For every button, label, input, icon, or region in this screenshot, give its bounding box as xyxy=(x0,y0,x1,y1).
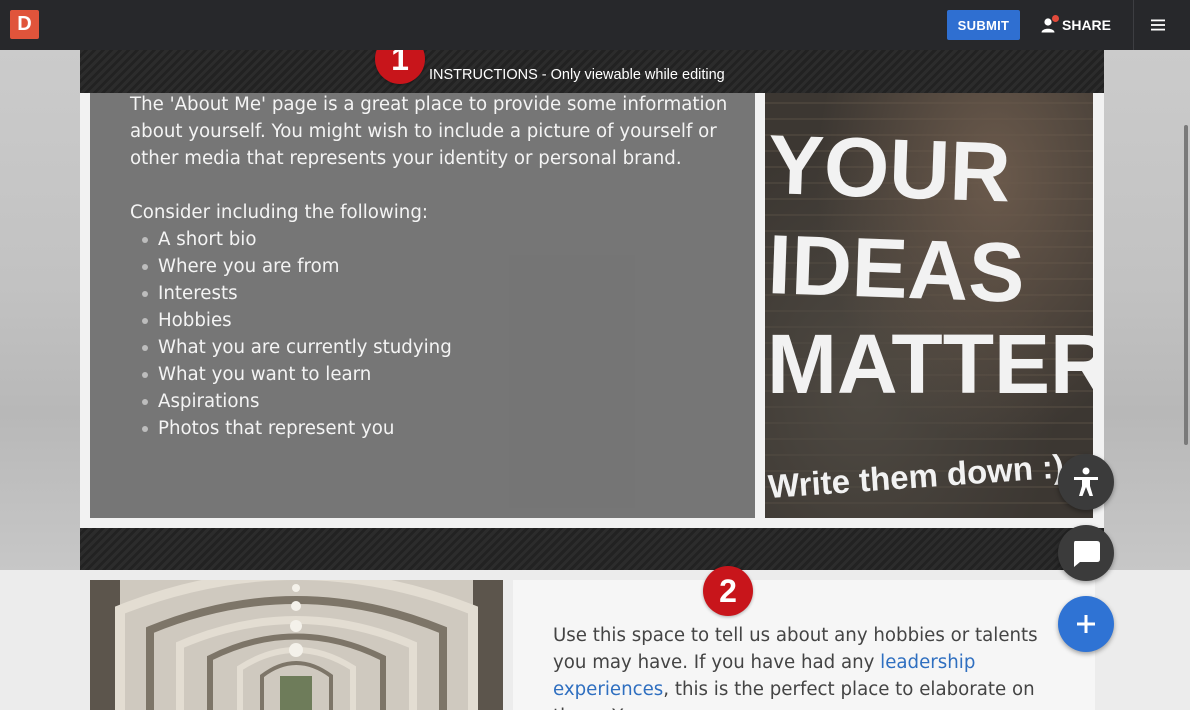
list-item: Photos that represent you xyxy=(130,415,730,442)
list-item: Interests xyxy=(130,280,730,307)
section-badge-2: 2 xyxy=(703,566,753,616)
ideas-matter-image[interactable]: YOUR IDEAS MATTER Write them down :) xyxy=(765,93,1093,518)
arched-corridor-image[interactable] xyxy=(90,580,503,710)
consider-heading: Consider including the following: xyxy=(130,202,429,223)
list-item: What you are currently studying xyxy=(130,334,730,361)
page-scrollbar[interactable] xyxy=(1184,125,1188,445)
add-content-button[interactable] xyxy=(1058,596,1114,652)
plus-icon xyxy=(1077,615,1095,633)
svg-text:YOUR: YOUR xyxy=(766,117,1012,219)
list-item: A short bio xyxy=(130,226,730,253)
app-logo[interactable]: D xyxy=(10,10,39,39)
hobbies-text: Use this space to tell us about any hobb… xyxy=(553,622,1043,710)
list-item: Hobbies xyxy=(130,307,730,334)
menu-divider xyxy=(1133,0,1134,50)
accessibility-button[interactable] xyxy=(1058,454,1114,510)
hamburger-menu-icon[interactable] xyxy=(1150,17,1166,31)
top-bar: D SUBMIT SHARE xyxy=(0,0,1190,50)
chat-icon xyxy=(1074,541,1100,567)
section-divider-banner xyxy=(80,528,1104,570)
instructions-label: INSTRUCTIONS - Only viewable while editi… xyxy=(429,67,725,83)
svg-text:IDEAS: IDEAS xyxy=(766,217,1026,320)
chat-button[interactable] xyxy=(1058,525,1114,581)
share-label: SHARE xyxy=(1062,17,1112,33)
share-button[interactable]: SHARE xyxy=(1040,10,1111,40)
list-item: Aspirations xyxy=(130,388,730,415)
about-list: A short bio Where you are from Interests… xyxy=(130,226,730,442)
svg-text:Write them down :): Write them down :) xyxy=(767,447,1065,505)
submit-button[interactable]: SUBMIT xyxy=(947,10,1020,40)
user-icon xyxy=(1040,15,1059,33)
about-text-panel[interactable]: The 'About Me' page is a great place to … xyxy=(90,93,755,518)
notification-dot-icon xyxy=(1052,15,1059,22)
hobbies-text-panel[interactable]: Use this space to tell us about any hobb… xyxy=(513,580,1095,710)
svg-text:MATTER: MATTER xyxy=(767,317,1093,411)
list-item: What you want to learn xyxy=(130,361,730,388)
accessibility-icon xyxy=(1074,467,1098,496)
about-intro: The 'About Me' page is a great place to … xyxy=(130,94,728,169)
list-item: Where you are from xyxy=(130,253,730,280)
